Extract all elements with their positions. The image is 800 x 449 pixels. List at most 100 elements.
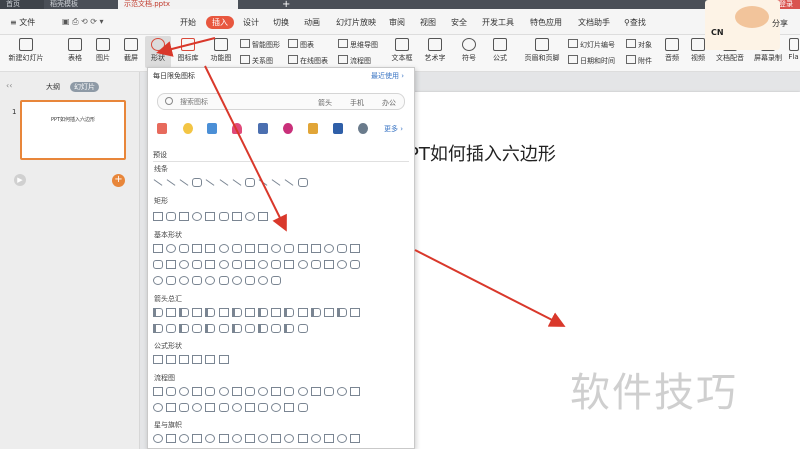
tab-docer-templates[interactable]: 稻壳模板 — [44, 0, 116, 9]
arrow-shape-icon[interactable] — [258, 308, 269, 317]
line-shape-icon[interactable] — [244, 178, 255, 187]
basic-shape-icon[interactable] — [192, 260, 203, 269]
flowchart-shape-icon[interactable] — [337, 387, 348, 396]
basic-shape-icon[interactable] — [271, 244, 282, 253]
basic-shape-icon[interactable] — [192, 244, 203, 253]
star-shape-icon[interactable] — [205, 434, 216, 443]
line-shape-icon[interactable] — [232, 179, 242, 186]
function-chart-button[interactable]: 功能图 — [205, 38, 237, 63]
basic-shape-icon[interactable] — [165, 244, 176, 253]
arrow-shape-icon[interactable] — [178, 308, 189, 317]
star-shape-icon[interactable] — [271, 434, 282, 443]
arrow-shape-icon[interactable] — [297, 308, 308, 317]
globe-icon[interactable] — [358, 123, 368, 134]
menu-home[interactable]: 开始 — [180, 17, 196, 28]
formula-shape-icon[interactable] — [152, 355, 163, 364]
shape-button[interactable]: 形状 — [145, 36, 171, 68]
icon-library-button[interactable]: 图标库 — [174, 38, 202, 63]
star-shape-icon[interactable] — [231, 434, 242, 443]
search-menu[interactable]: ⚲查找 — [624, 17, 646, 28]
basic-shape-icon[interactable] — [297, 260, 308, 269]
arrow-shape-icon[interactable] — [337, 308, 348, 317]
basic-shape-icon[interactable] — [165, 276, 176, 285]
basic-shape-icon[interactable] — [350, 244, 361, 253]
rectangle-shape-icon[interactable] — [258, 212, 269, 221]
flowchart-shape-icon[interactable] — [231, 387, 242, 396]
tag-office[interactable]: 办公 — [382, 98, 396, 108]
basic-shape-icon[interactable] — [284, 244, 295, 253]
menu-view[interactable]: 视图 — [420, 17, 436, 28]
badge-icon[interactable] — [283, 123, 293, 134]
star-shape-icon[interactable] — [350, 434, 361, 443]
menu-insert[interactable]: 插入 — [206, 16, 234, 29]
tag-phone[interactable]: 手机 — [350, 98, 364, 108]
basic-shape-icon[interactable] — [324, 244, 335, 253]
arrow-shape-icon[interactable] — [152, 308, 163, 317]
flowchart-shape-icon[interactable] — [218, 403, 229, 412]
line-shape-icon[interactable] — [153, 179, 162, 186]
star-shape-icon[interactable] — [244, 434, 255, 443]
basic-shape-icon[interactable] — [337, 244, 348, 253]
basic-shape-icon[interactable] — [218, 276, 229, 285]
basic-shape-icon[interactable] — [231, 260, 242, 269]
rectangle-shape-icon[interactable] — [231, 212, 242, 221]
new-tab-button[interactable]: + — [276, 0, 296, 9]
collapse-icon[interactable]: ‹‹ — [6, 81, 12, 90]
table-button[interactable]: 表格 — [62, 38, 88, 63]
play-icon[interactable]: ▶ — [14, 174, 26, 186]
slide-title[interactable]: PT如何插入六边形 — [408, 140, 556, 166]
flowchart-shape-icon[interactable] — [192, 387, 203, 396]
rocket-icon[interactable] — [157, 123, 167, 134]
basic-shape-icon[interactable] — [297, 244, 308, 253]
date-time-button[interactable]: 日期和时间 — [568, 55, 615, 66]
flowchart-shape-icon[interactable] — [284, 403, 295, 412]
slide-number-button[interactable]: 幻灯片编号 — [568, 39, 615, 50]
flowchart-shape-icon[interactable] — [205, 387, 216, 396]
star-shape-icon[interactable] — [297, 434, 308, 443]
flowchart-shape-icon[interactable] — [192, 403, 203, 412]
rectangle-shape-icon[interactable] — [152, 212, 163, 221]
arrow-shape-icon[interactable] — [192, 324, 203, 333]
flowchart-shape-icon[interactable] — [284, 387, 295, 396]
star-shape-icon[interactable] — [192, 434, 203, 443]
symbol-button[interactable]: 符号 — [456, 38, 482, 63]
quick-access-icons[interactable]: ▣ ⎙ ⟲ ⟳ ▾ — [62, 17, 104, 27]
flowchart-shape-icon[interactable] — [310, 387, 321, 396]
slide-thumbnail[interactable]: PPT如何插入六边形 — [20, 100, 126, 160]
basic-shape-icon[interactable] — [337, 260, 348, 269]
menu-security[interactable]: 安全 — [451, 17, 467, 28]
star-shape-icon[interactable] — [324, 434, 335, 443]
basic-shape-icon[interactable] — [231, 276, 242, 285]
arrow-shape-icon[interactable] — [218, 324, 229, 333]
basic-shape-icon[interactable] — [178, 260, 189, 269]
line-shape-icon[interactable] — [205, 179, 215, 186]
basic-shape-icon[interactable] — [258, 276, 269, 285]
arrow-shape-icon[interactable] — [205, 308, 216, 317]
flowchart-shape-icon[interactable] — [271, 387, 282, 396]
trophy-icon[interactable] — [308, 123, 318, 134]
flowchart-shape-icon[interactable] — [324, 387, 335, 396]
flowchart-shape-icon[interactable] — [178, 403, 189, 412]
more-icons-link[interactable]: 更多 › — [384, 124, 403, 134]
line-shape-icon[interactable] — [219, 179, 228, 186]
tag-arrow[interactable]: 箭头 — [318, 98, 332, 108]
textbox-button[interactable]: 文本框 — [389, 38, 415, 63]
relation-chart-button[interactable]: 关系图 — [240, 55, 273, 66]
arrow-shape-icon[interactable] — [192, 308, 203, 317]
basic-shape-icon[interactable] — [218, 260, 229, 269]
rectangle-shape-icon[interactable] — [205, 212, 216, 221]
rectangle-shape-icon[interactable] — [192, 212, 203, 221]
flowchart-shape-icon[interactable] — [218, 387, 229, 396]
flowchart-shape-icon[interactable] — [258, 387, 269, 396]
smart-graphic-button[interactable]: 智能图形 — [240, 39, 280, 50]
formula-button[interactable]: 公式 — [487, 38, 513, 63]
menu-transition[interactable]: 切换 — [273, 17, 289, 28]
menu-doc-assistant[interactable]: 文档助手 — [578, 17, 610, 28]
flowchart-shape-icon[interactable] — [271, 403, 282, 412]
basic-shape-icon[interactable] — [244, 244, 255, 253]
arrow-shape-icon[interactable] — [284, 308, 295, 317]
basic-shape-icon[interactable] — [324, 260, 335, 269]
basic-shape-icon[interactable] — [152, 244, 163, 253]
arrow-shape-icon[interactable] — [310, 308, 321, 317]
flow-chart-button[interactable]: 流程图 — [338, 55, 371, 66]
